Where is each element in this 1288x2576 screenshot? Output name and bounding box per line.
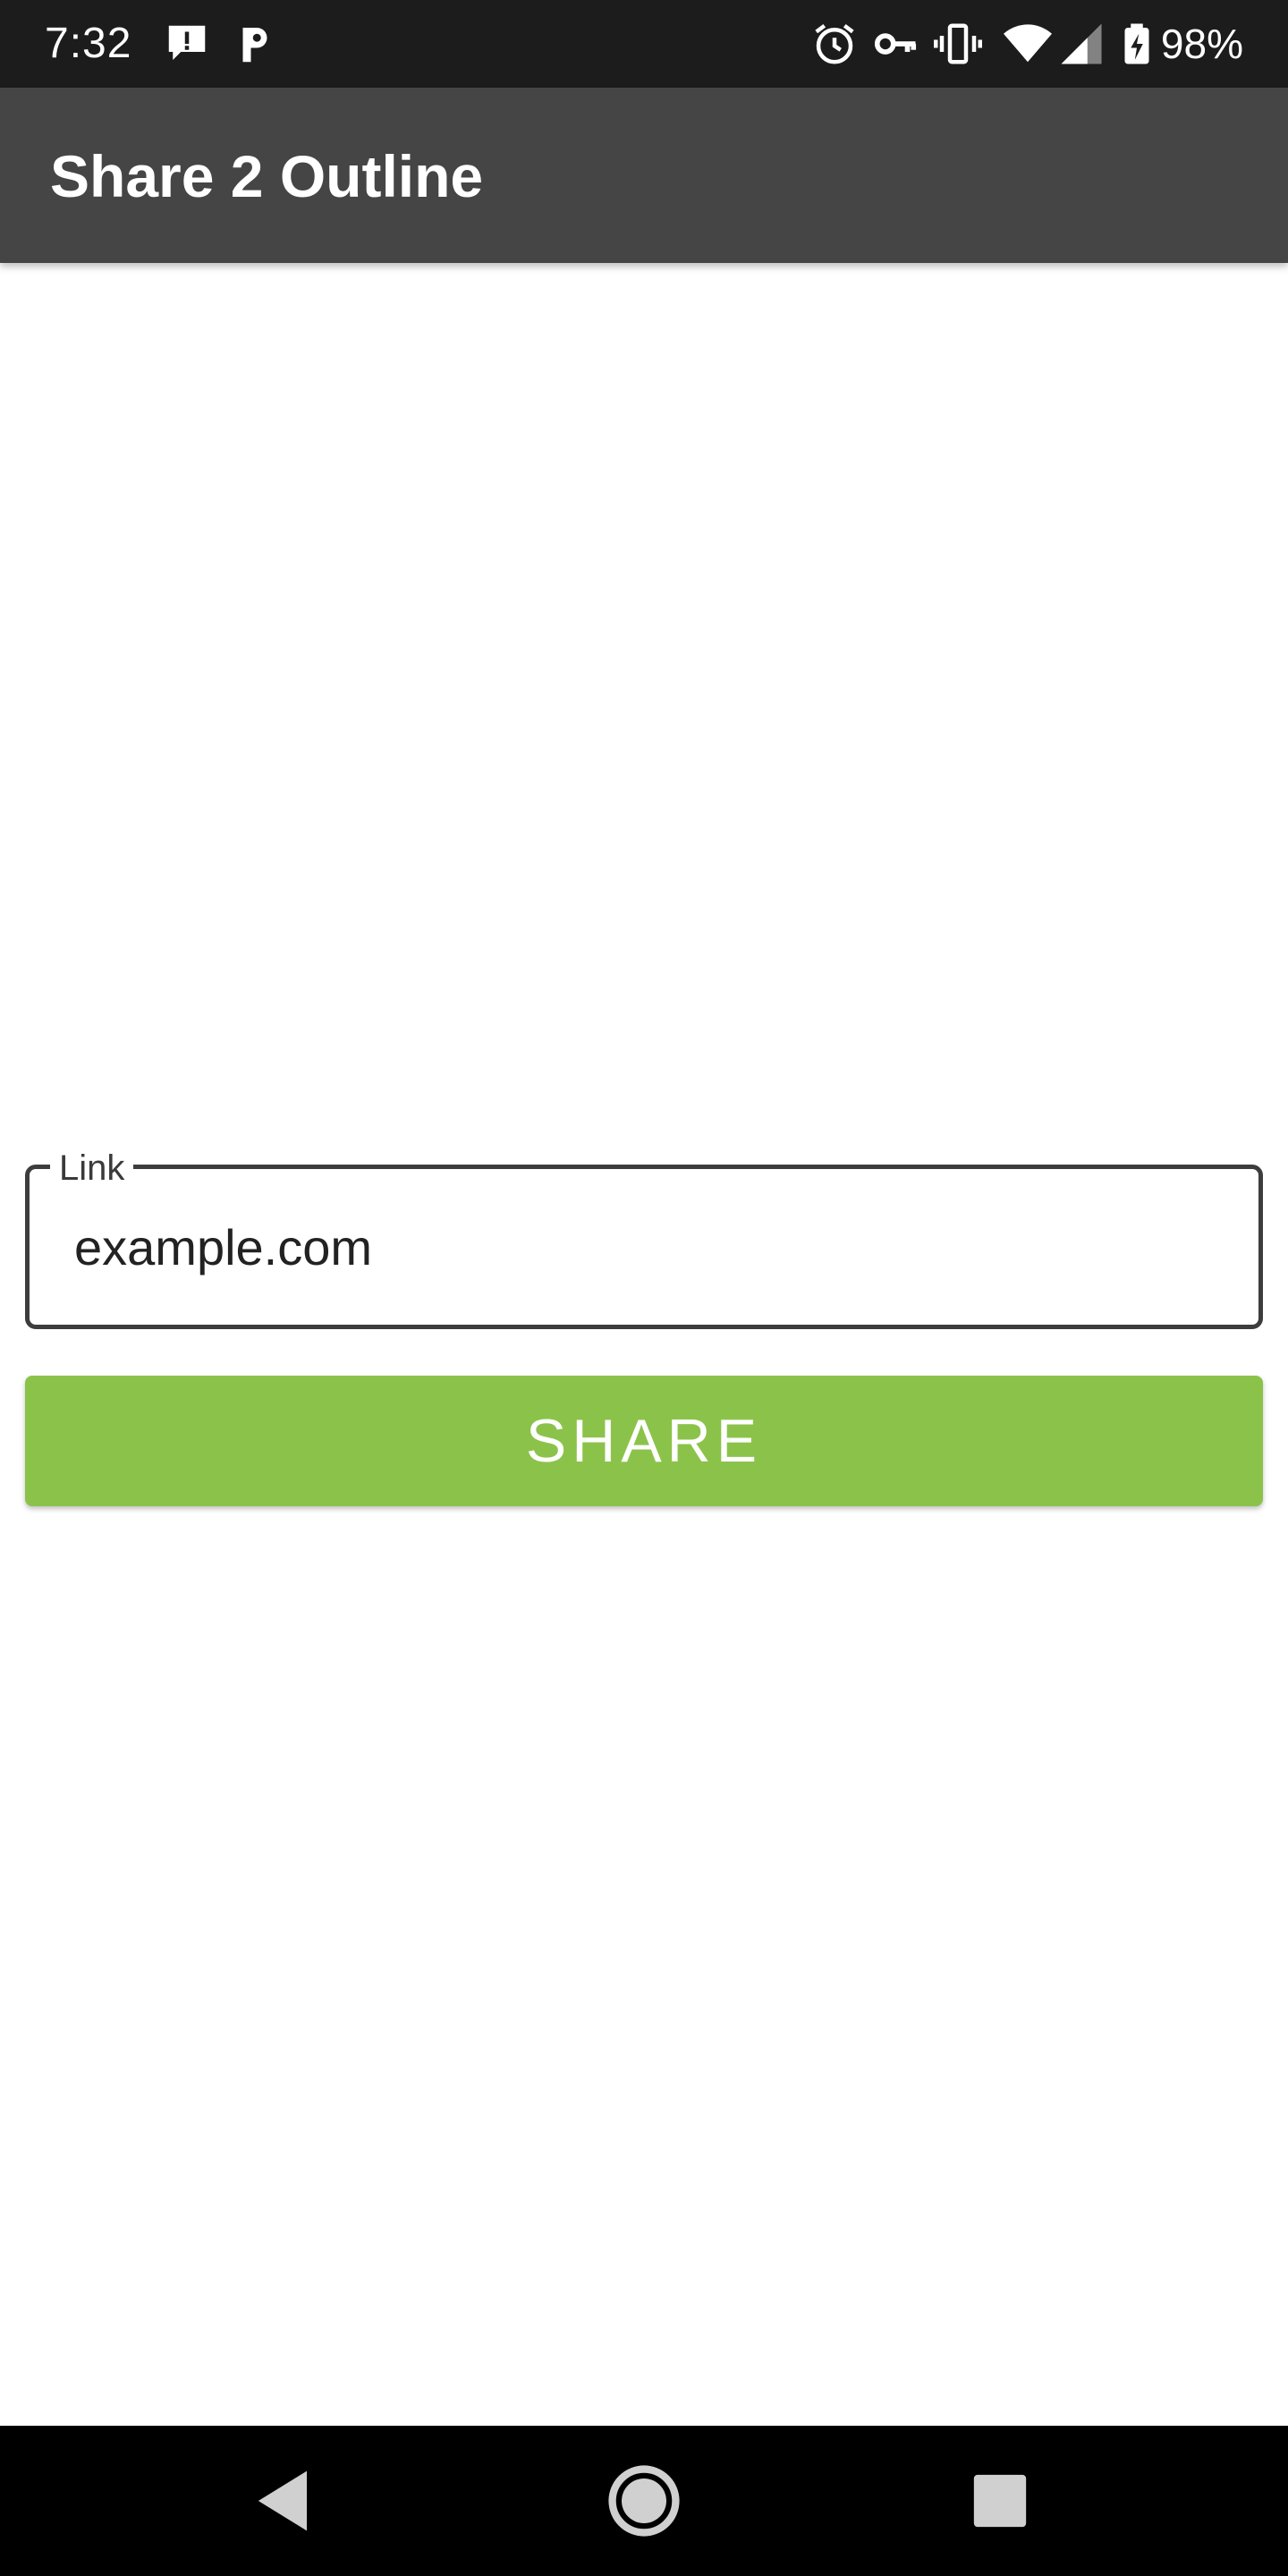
app-title: Share 2 Outline bbox=[50, 143, 484, 209]
alert-notification-icon bbox=[168, 25, 206, 60]
link-field[interactable] bbox=[25, 1165, 1263, 1329]
battery-charging-icon bbox=[1124, 23, 1149, 64]
vpn-key-icon bbox=[874, 33, 917, 55]
nav-bar bbox=[0, 2426, 1288, 2576]
parking-app-icon bbox=[242, 28, 267, 63]
vibrate-icon bbox=[934, 23, 982, 64]
content-area bbox=[0, 263, 1288, 2426]
link-label: Link bbox=[50, 1147, 134, 1190]
cell-signal-icon bbox=[1061, 23, 1102, 64]
wifi-icon bbox=[1004, 24, 1052, 63]
status-bar: 7:32 98% bbox=[0, 0, 1288, 88]
alarm-icon bbox=[815, 23, 854, 64]
battery-percent: 98% bbox=[1160, 21, 1243, 67]
link-input[interactable] bbox=[74, 1205, 1192, 1291]
status-time: 7:32 bbox=[45, 20, 132, 67]
app-bar: Share 2 Outline bbox=[0, 88, 1288, 263]
back-icon[interactable] bbox=[240, 2456, 329, 2546]
share-button[interactable]: SHARE bbox=[25, 1376, 1263, 1506]
home-icon[interactable] bbox=[599, 2456, 689, 2546]
recents-icon[interactable] bbox=[955, 2456, 1045, 2546]
